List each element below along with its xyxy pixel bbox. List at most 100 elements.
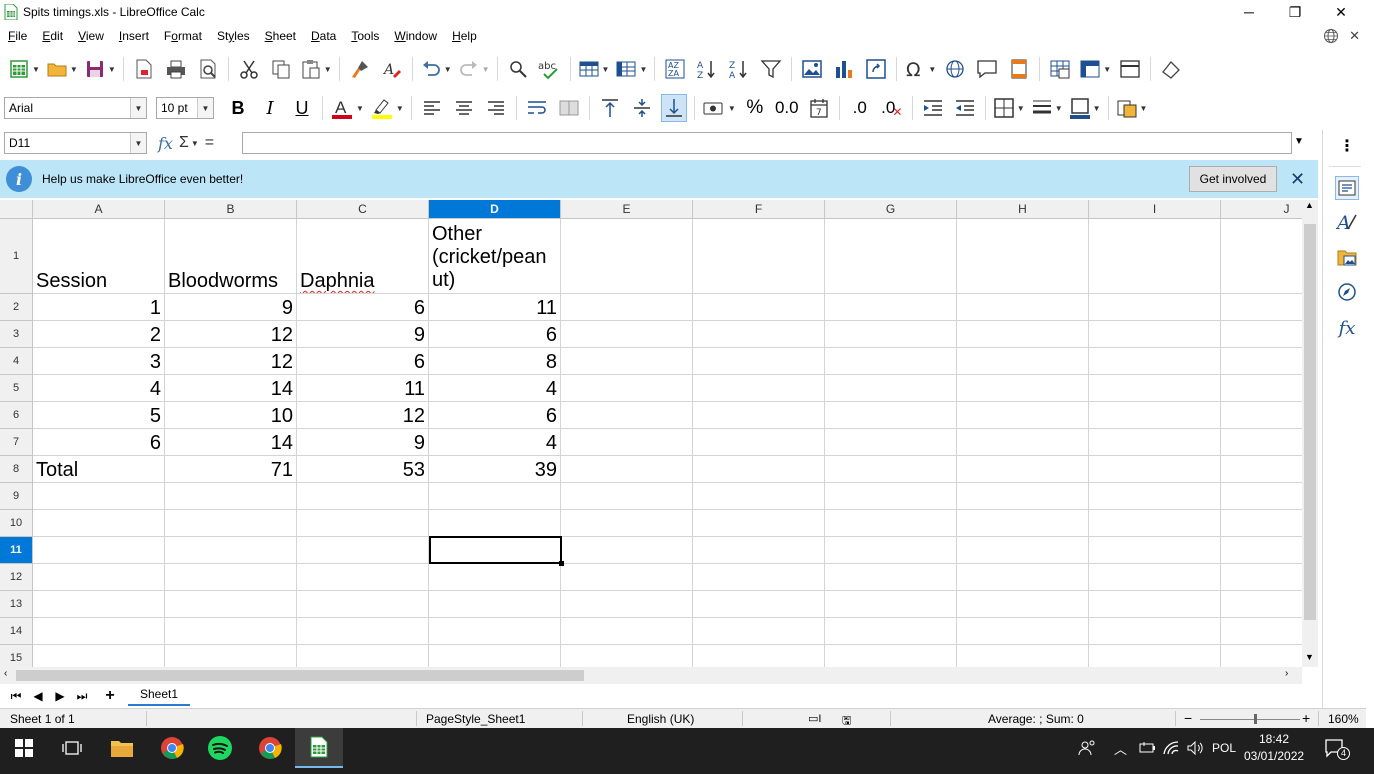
wifi-icon[interactable]: [1162, 728, 1180, 768]
autofill-handle[interactable]: [559, 561, 564, 566]
cell-h4[interactable]: [957, 348, 1089, 375]
pivot-table-button[interactable]: [863, 55, 889, 83]
cell-f6[interactable]: [693, 402, 825, 429]
italic-button[interactable]: I: [257, 94, 283, 122]
font-size-combobox[interactable]: 10 pt ▼: [156, 97, 214, 119]
cell-h8[interactable]: [957, 456, 1089, 483]
column-header-j[interactable]: J: [1221, 200, 1302, 219]
cell-f4[interactable]: [693, 348, 825, 375]
menu-insert[interactable]: Insert: [111, 25, 156, 47]
people-icon[interactable]: [1078, 728, 1096, 768]
cell-b13[interactable]: [165, 591, 297, 618]
zoom-slider[interactable]: [1200, 719, 1300, 720]
horizontal-scrollbar[interactable]: ‹ ›: [0, 667, 1302, 684]
input-language[interactable]: POL: [1212, 728, 1236, 768]
show-draw-functions-button[interactable]: [1158, 55, 1184, 83]
volume-icon[interactable]: [1186, 728, 1204, 768]
cell-h10[interactable]: [957, 510, 1089, 537]
cell-h11[interactable]: [957, 537, 1089, 564]
cell-i8[interactable]: [1089, 456, 1221, 483]
merge-center-button[interactable]: [556, 94, 582, 122]
cell-a12[interactable]: [33, 564, 165, 591]
cell-i1[interactable]: [1089, 219, 1221, 294]
cell-e13[interactable]: [561, 591, 693, 618]
column-header-a[interactable]: A: [33, 200, 165, 219]
cell-h2[interactable]: [957, 294, 1089, 321]
spreadsheet-grid[interactable]: A B C D E F G H I J 1 2 3 4 5 6 7 8 9 10 11 12 13 14 15 Session Bl…: [0, 200, 1302, 667]
cell-f7[interactable]: [693, 429, 825, 456]
column-header-g[interactable]: G: [825, 200, 957, 219]
cell-j3[interactable]: [1221, 321, 1302, 348]
row-header-3[interactable]: 3: [0, 321, 33, 348]
show-hidden-icons-icon[interactable]: ︿: [1114, 728, 1127, 768]
sigma-icon[interactable]: Σ: [179, 134, 189, 152]
cell-a15[interactable]: [33, 645, 165, 667]
row-header-9[interactable]: 9: [0, 483, 33, 510]
cell-d10[interactable]: [429, 510, 561, 537]
cell-j12[interactable]: [1221, 564, 1302, 591]
vertical-scrollbar[interactable]: ▲ ▼: [1302, 200, 1318, 667]
cell-g13[interactable]: [825, 591, 957, 618]
border-style-button[interactable]: ▼: [1031, 94, 1063, 122]
export-pdf-button[interactable]: [131, 55, 157, 83]
sort-button[interactable]: AZ ZA: [662, 55, 688, 83]
align-top-button[interactable]: [597, 94, 623, 122]
cell-e11[interactable]: [561, 537, 693, 564]
row-header-2[interactable]: 2: [0, 294, 33, 321]
sidebar-properties-button[interactable]: [1335, 176, 1359, 200]
cell-c2[interactable]: 6: [297, 294, 429, 321]
cell-e9[interactable]: [561, 483, 693, 510]
cell-j9[interactable]: [1221, 483, 1302, 510]
cell-a14[interactable]: [33, 618, 165, 645]
borders-button[interactable]: ▼: [993, 94, 1025, 122]
cell-d5[interactable]: 4: [429, 375, 561, 402]
border-color-button[interactable]: ▼: [1069, 94, 1101, 122]
align-right-button[interactable]: [483, 94, 509, 122]
find-replace-button[interactable]: [505, 55, 531, 83]
cell-c15[interactable]: [297, 645, 429, 667]
conditional-format-button[interactable]: ▼: [1116, 94, 1147, 122]
cell-i12[interactable]: [1089, 564, 1221, 591]
align-bottom-button[interactable]: [660, 94, 687, 122]
font-color-button[interactable]: A ▼: [330, 94, 364, 122]
cell-a2[interactable]: 1: [33, 294, 165, 321]
cell-c1[interactable]: Daphnia: [297, 219, 429, 294]
cell-e3[interactable]: [561, 321, 693, 348]
sort-ascending-button[interactable]: AZ: [694, 55, 720, 83]
zoom-slider-handle[interactable]: [1254, 714, 1257, 724]
cell-h12[interactable]: [957, 564, 1089, 591]
action-center-button[interactable]: 4: [1324, 728, 1350, 768]
cell-a5[interactable]: 4: [33, 375, 165, 402]
cell-a3[interactable]: 2: [33, 321, 165, 348]
name-box[interactable]: D11 ▼: [4, 132, 147, 154]
menu-tools[interactable]: Tools: [343, 25, 386, 47]
row-header-14[interactable]: 14: [0, 618, 33, 645]
align-center-button[interactable]: [451, 94, 477, 122]
cell-b3[interactable]: 12: [165, 321, 297, 348]
cell-f8[interactable]: [693, 456, 825, 483]
formula-input[interactable]: [242, 132, 1292, 154]
start-button[interactable]: [0, 728, 48, 768]
cell-b15[interactable]: [165, 645, 297, 667]
cell-g1[interactable]: [825, 219, 957, 294]
date-format-button[interactable]: 7: [806, 94, 832, 122]
minimize-button[interactable]: ─: [1226, 0, 1272, 24]
cell-d1[interactable]: Other (cricket/pean ut): [429, 219, 561, 294]
row-button[interactable]: ▼: [578, 55, 609, 83]
chevron-down-icon[interactable]: ▼: [197, 98, 213, 118]
chevron-down-icon[interactable]: ▼: [130, 133, 146, 153]
cell-j2[interactable]: [1221, 294, 1302, 321]
function-wizard-icon[interactable]: fx: [158, 134, 173, 153]
equals-icon[interactable]: =: [205, 134, 214, 152]
cell-h9[interactable]: [957, 483, 1089, 510]
cell-h14[interactable]: [957, 618, 1089, 645]
row-header-11[interactable]: 11: [0, 537, 33, 564]
cell-i3[interactable]: [1089, 321, 1221, 348]
cell-i13[interactable]: [1089, 591, 1221, 618]
cell-g5[interactable]: [825, 375, 957, 402]
cell-b5[interactable]: 14: [165, 375, 297, 402]
libreoffice-calc-button[interactable]: [295, 728, 343, 768]
menu-data[interactable]: Data: [303, 25, 343, 47]
row-header-7[interactable]: 7: [0, 429, 33, 456]
globe-update-icon[interactable]: [1323, 28, 1339, 44]
